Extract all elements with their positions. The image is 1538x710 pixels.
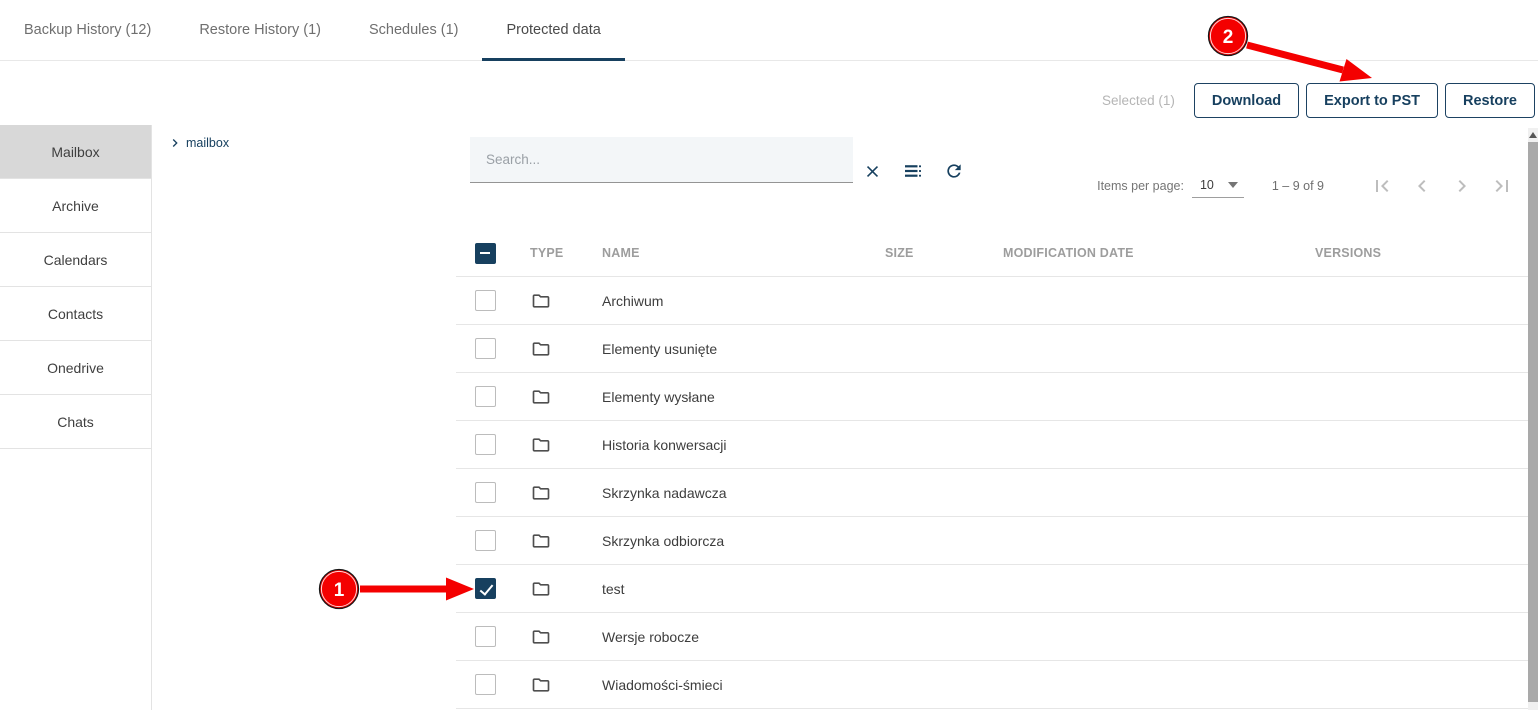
scrollbar-thumb[interactable] [1528,142,1538,702]
column-header-versions[interactable]: VERSIONS [1315,246,1528,260]
items-per-page-value: 10 [1200,178,1214,192]
action-toolbar: Selected (1) Download Export to PST Rest… [1102,83,1535,118]
restore-button[interactable]: Restore [1445,83,1535,118]
table-row[interactable]: Archiwum [456,277,1528,325]
sidebar-item-chats[interactable]: Chats [0,395,151,449]
row-name: Wiadomości-śmieci [602,677,885,693]
row-name: Elementy usunięte [602,341,885,357]
row-name: Wersje robocze [602,629,885,645]
table-row[interactable]: Wersje robocze [456,613,1528,661]
sidebar-item-mailbox[interactable]: Mailbox [0,125,151,179]
annotation-number-1: 1 [334,580,345,601]
row-checkbox[interactable] [475,674,496,695]
search-actions [860,158,983,184]
column-header-size[interactable]: SIZE [885,246,1003,260]
folder-icon [531,675,551,695]
close-icon [863,162,882,181]
row-checkbox[interactable] [475,386,496,407]
row-name: Historia konwersacji [602,437,885,453]
refresh-icon [944,161,964,181]
folder-icon [531,387,551,407]
folder-icon [531,435,551,455]
row-checkbox[interactable] [475,578,496,599]
previous-page-button[interactable] [1410,174,1434,198]
table-row[interactable]: test [456,565,1528,613]
selected-count-label: Selected (1) [1102,93,1175,108]
table-row[interactable]: Wiadomości-śmieci [456,661,1528,709]
table-row[interactable]: Elementy usunięte [456,325,1528,373]
tree-node-label: mailbox [186,136,229,150]
items-per-page-label: Items per page: [1097,179,1184,193]
table-body: Archiwum Elementy usunięte Elementy wysł… [456,277,1528,709]
row-checkbox[interactable] [475,290,496,311]
row-name: Archiwum [602,293,885,309]
annotation-step-1: 1 [320,570,475,609]
column-header-modification-date[interactable]: MODIFICATION DATE [1003,246,1315,260]
dropdown-arrow-icon [1228,182,1238,188]
filter-button[interactable] [901,158,925,184]
row-name: Elementy wysłane [602,389,885,405]
row-checkbox[interactable] [475,530,496,551]
row-checkbox[interactable] [475,482,496,503]
row-checkbox[interactable] [475,626,496,647]
row-name: test [602,581,885,597]
table-row[interactable]: Historia konwersacji [456,421,1528,469]
last-page-button[interactable] [1490,174,1514,198]
first-page-button[interactable] [1370,174,1394,198]
search-input[interactable] [470,137,853,183]
scroll-up-arrow-icon[interactable] [1528,128,1538,141]
column-header-name[interactable]: NAME [602,246,885,260]
table-row[interactable]: Skrzynka nadawcza [456,469,1528,517]
sidebar-item-calendars[interactable]: Calendars [0,233,151,287]
tab-restore-history[interactable]: Restore History (1) [175,0,345,60]
refresh-button[interactable] [942,158,966,184]
row-name: Skrzynka nadawcza [602,485,885,501]
items-per-page-select[interactable]: 10 [1192,175,1244,198]
sidebar-item-contacts[interactable]: Contacts [0,287,151,341]
vertical-scrollbar[interactable] [1528,128,1538,710]
row-checkbox[interactable] [475,338,496,359]
row-checkbox[interactable] [475,434,496,455]
folder-icon [531,579,551,599]
sidebar-item-onedrive[interactable]: Onedrive [0,341,151,395]
top-tab-bar: Backup History (12) Restore History (1) … [0,0,1538,61]
folder-icon [531,291,551,311]
folder-icon [531,627,551,647]
folder-icon [531,339,551,359]
row-name: Skrzynka odbiorcza [602,533,885,549]
tab-backup-history[interactable]: Backup History (12) [0,0,175,60]
table-row[interactable]: Elementy wysłane [456,373,1528,421]
column-header-type[interactable]: TYPE [530,246,602,260]
page-range-label: 1 – 9 of 9 [1272,179,1324,193]
select-all-checkbox[interactable] [475,243,496,264]
next-page-button[interactable] [1450,174,1474,198]
tree-node-mailbox[interactable]: mailbox [167,135,229,151]
filter-list-icon [903,161,923,181]
table-header: TYPE NAME SIZE MODIFICATION DATE VERSION… [456,230,1528,277]
tab-protected-data[interactable]: Protected data [482,0,624,60]
paginator: Items per page: 10 1 – 9 of 9 [1097,167,1514,205]
clear-search-button[interactable] [860,158,884,184]
sidebar: Mailbox Archive Calendars Contacts Onedr… [0,125,152,710]
folder-icon [531,483,551,503]
tab-schedules[interactable]: Schedules (1) [345,0,482,60]
chevron-right-icon[interactable] [167,135,183,151]
sidebar-item-archive[interactable]: Archive [0,179,151,233]
table-row[interactable]: Skrzynka odbiorcza [456,517,1528,565]
export-to-pst-button[interactable]: Export to PST [1306,83,1438,118]
folder-icon [531,531,551,551]
download-button[interactable]: Download [1194,83,1299,118]
